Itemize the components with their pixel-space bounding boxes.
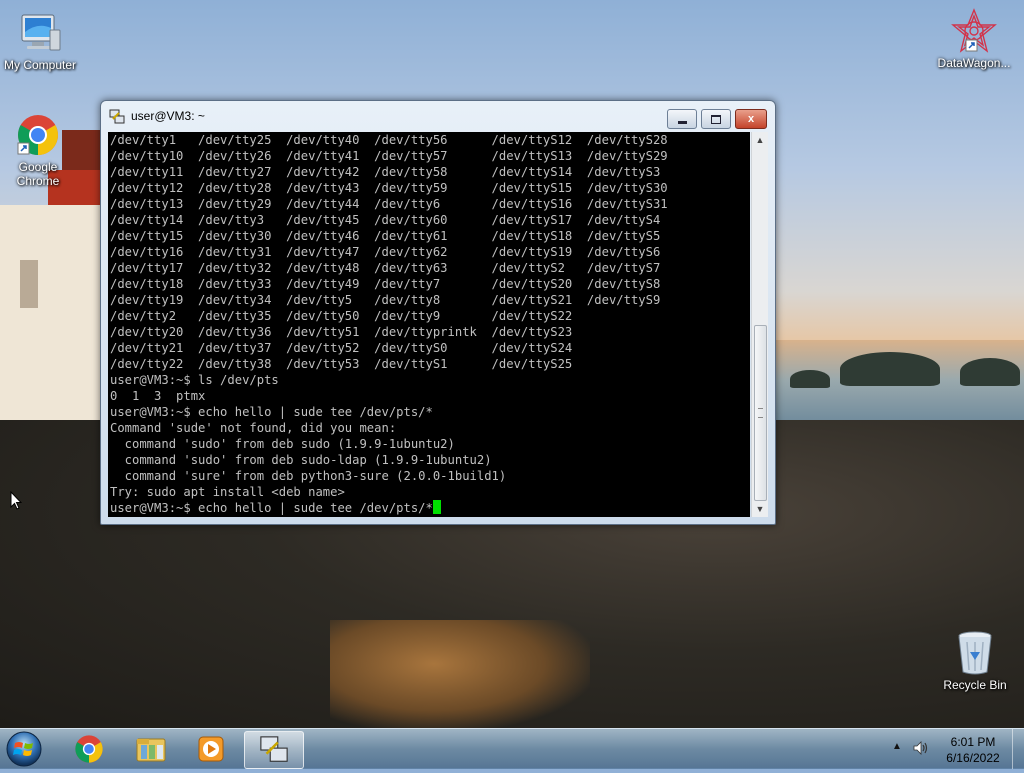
terminal-line: /dev/tty12 /dev/tty28 /dev/tty43 /dev/tt…	[110, 181, 668, 195]
terminal-line: user@VM3:~$ ls /dev/pts	[110, 373, 279, 387]
desktop-icon-label: Google Chrome	[16, 160, 60, 188]
maximize-icon	[711, 114, 721, 124]
show-hidden-icons-arrow-icon[interactable]: ▲	[892, 741, 902, 752]
show-desktop-button[interactable]	[1012, 729, 1024, 769]
terminal-line: user@VM3:~$ echo hello | sude tee /dev/p…	[110, 405, 433, 419]
desktop-icon-my-computer[interactable]: My Computer	[0, 10, 80, 72]
desktop-icon-datawagon[interactable]: DataWagon...	[934, 8, 1014, 70]
taskbar-putty[interactable]	[244, 731, 304, 769]
clock-date: 6/16/2022	[946, 751, 1000, 765]
terminal-line: /dev/tty16 /dev/tty31 /dev/tty47 /dev/tt…	[110, 245, 661, 259]
terminal-line: /dev/tty14 /dev/tty3 /dev/tty45 /dev/tty…	[110, 213, 661, 227]
start-button[interactable]	[4, 730, 44, 768]
desktop-icon-recycle-bin[interactable]: Recycle Bin	[935, 630, 1015, 692]
media-player-icon	[198, 736, 224, 762]
terminal-output[interactable]: /dev/tty1 /dev/tty25 /dev/tty40 /dev/tty…	[108, 132, 750, 517]
system-clock[interactable]: 6:01 PM 6/16/2022	[938, 734, 1008, 766]
terminal-line: Command 'sude' not found, did you mean:	[110, 421, 397, 435]
terminal-line: command 'sure' from deb python3-sure (2.…	[110, 469, 507, 483]
chrome-icon	[75, 735, 103, 763]
window-title: user@VM3: ~	[131, 109, 205, 123]
mouse-pointer-icon	[10, 491, 22, 510]
terminal-line: /dev/tty18 /dev/tty33 /dev/tty49 /dev/tt…	[110, 277, 661, 291]
terminal-line: /dev/tty17 /dev/tty32 /dev/tty48 /dev/tt…	[110, 261, 661, 275]
terminal-line: /dev/tty13 /dev/tty29 /dev/tty44 /dev/tt…	[110, 197, 668, 211]
island-background	[960, 358, 1020, 386]
terminal-window[interactable]: user@VM3: ~ x /dev/tty1 /dev/tty25 /dev/…	[100, 100, 776, 525]
island-background	[840, 352, 940, 386]
prompt-text: user@VM3:~$ echo hello | sude tee /dev/p…	[110, 501, 433, 515]
chrome-icon	[15, 112, 61, 158]
folder-icon	[136, 738, 166, 762]
terminal-line: 0 1 3 ptmx	[110, 389, 206, 403]
island-background	[790, 370, 830, 388]
terminal-line: /dev/tty1 /dev/tty25 /dev/tty40 /dev/tty…	[110, 133, 668, 147]
taskbar-media-player[interactable]	[182, 731, 240, 767]
datawagon-icon	[951, 8, 997, 54]
desktop-icon-label: DataWagon...	[937, 56, 1011, 70]
terminal-line: /dev/tty11 /dev/tty27 /dev/tty42 /dev/tt…	[110, 165, 661, 179]
scroll-down-arrow-icon[interactable]: ▼	[752, 501, 768, 517]
terminal-line: /dev/tty15 /dev/tty30 /dev/tty46 /dev/tt…	[110, 229, 661, 243]
desktop-icon-label: My Computer	[3, 58, 77, 72]
close-icon: x	[747, 113, 755, 125]
terminal-line: /dev/tty10 /dev/tty26 /dev/tty41 /dev/tt…	[110, 149, 668, 163]
computer-icon	[17, 10, 63, 56]
desktop-icon-google-chrome[interactable]: Google Chrome	[0, 112, 78, 188]
taskbar: ▲ 6:01 PM 6/16/2022	[0, 728, 1024, 769]
minimize-icon	[677, 120, 687, 124]
desktop-icon-label: Recycle Bin	[943, 678, 1007, 692]
terminal-text: /dev/tty1 /dev/tty25 /dev/tty40 /dev/tty…	[108, 132, 750, 500]
terminal-line: /dev/tty22 /dev/tty38 /dev/tty53 /dev/tt…	[110, 357, 573, 371]
terminal-line: command 'sudo' from deb sudo (1.9.9-1ubu…	[110, 437, 455, 451]
recycle-bin-icon	[952, 630, 998, 676]
terminal-line: /dev/tty19 /dev/tty34 /dev/tty5 /dev/tty…	[110, 293, 661, 307]
terminal-prompt-line[interactable]: user@VM3:~$ echo hello | sude tee /dev/p…	[108, 500, 750, 516]
scrollbar-thumb[interactable]	[754, 325, 767, 501]
scroll-up-arrow-icon[interactable]: ▲	[752, 132, 768, 148]
clock-time: 6:01 PM	[950, 735, 996, 749]
title-bar[interactable]: user@VM3: ~ x	[101, 101, 775, 131]
vertical-scrollbar[interactable]: ▲ ▼	[751, 132, 768, 517]
rocks-background	[330, 620, 590, 730]
terminal-line: /dev/tty21 /dev/tty37 /dev/tty52 /dev/tt…	[110, 341, 573, 355]
close-button[interactable]: x	[735, 109, 767, 129]
windows-logo-icon	[6, 731, 42, 767]
putty-icon	[109, 109, 125, 124]
taskbar-file-explorer[interactable]	[122, 731, 180, 767]
terminal-line: command 'sudo' from deb sudo-ldap (1.9.9…	[110, 453, 492, 467]
terminal-line: Try: sudo apt install <deb name>	[110, 485, 345, 499]
minimize-button[interactable]	[667, 109, 697, 129]
maximize-button[interactable]	[701, 109, 731, 129]
putty-icon	[260, 736, 288, 762]
terminal-line: /dev/tty2 /dev/tty35 /dev/tty50 /dev/tty…	[110, 309, 573, 323]
speaker-icon[interactable]	[912, 739, 930, 757]
terminal-line: /dev/tty20 /dev/tty36 /dev/tty51 /dev/tt…	[110, 325, 573, 339]
taskbar-chrome[interactable]	[60, 731, 118, 767]
text-cursor	[432, 500, 441, 514]
